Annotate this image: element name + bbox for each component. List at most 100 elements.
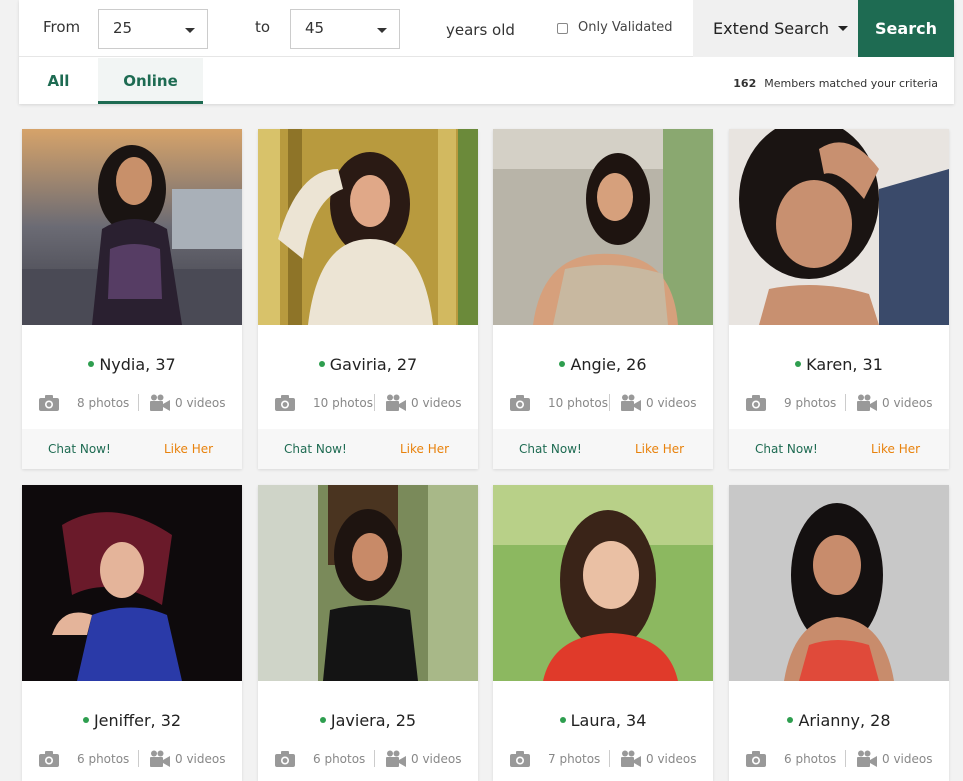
- online-status-icon: [82, 717, 89, 723]
- like-her-link[interactable]: Like Her: [164, 442, 213, 456]
- online-status-icon: [559, 717, 566, 723]
- member-card[interactable]: Gaviria, 27 10 photos 0 videos Chat Now!…: [258, 129, 478, 469]
- member-photo[interactable]: [493, 485, 713, 681]
- member-name-text: Gaviria, 27: [329, 355, 418, 374]
- member-photo[interactable]: [729, 485, 949, 681]
- video-count: 0 videos: [411, 752, 462, 766]
- online-status-icon: [88, 361, 95, 367]
- photo-count: 10 photos: [313, 396, 373, 410]
- member-name[interactable]: Gaviria, 27: [258, 355, 478, 374]
- photo-count: 6 photos: [77, 752, 130, 766]
- only-validated-checkbox[interactable]: [557, 23, 568, 34]
- tab-online[interactable]: Online: [98, 58, 203, 104]
- member-card[interactable]: Javiera, 25 6 photos 0 videos: [258, 485, 478, 781]
- member-name[interactable]: Karen, 31: [729, 355, 949, 374]
- member-name[interactable]: Arianny, 28: [729, 711, 949, 730]
- divider: [609, 750, 610, 767]
- member-name-text: Javiera, 25: [330, 711, 417, 730]
- member-name[interactable]: Javiera, 25: [258, 711, 478, 730]
- photo-count: 6 photos: [784, 752, 837, 766]
- age-to-value: 45: [305, 19, 325, 37]
- chevron-down-icon: [185, 28, 195, 33]
- match-count: 162 Members matched your criteria: [733, 77, 938, 90]
- member-photo[interactable]: [258, 129, 478, 325]
- member-card[interactable]: Nydia, 37 8 photos 0 videos Chat Now! Li…: [22, 129, 242, 469]
- like-her-link[interactable]: Like Her: [400, 442, 449, 456]
- chevron-down-icon: [838, 26, 848, 31]
- photo-count: 10 photos: [548, 396, 608, 410]
- divider: [138, 394, 139, 411]
- member-card[interactable]: Angie, 26 10 photos 0 videos Chat Now! L…: [493, 129, 713, 469]
- card-actions: Chat Now! Like Her: [493, 429, 713, 469]
- member-card[interactable]: Jeniffer, 32 6 photos 0 videos: [22, 485, 242, 781]
- chat-now-link[interactable]: Chat Now!: [519, 442, 582, 456]
- video-count: 0 videos: [882, 396, 933, 410]
- member-photo[interactable]: [22, 485, 242, 681]
- media-stats: 8 photos 0 videos: [22, 394, 242, 414]
- member-name-text: Karen, 31: [806, 355, 883, 374]
- camera-icon: [39, 395, 59, 411]
- only-validated-label[interactable]: Only Validated: [578, 20, 673, 35]
- years-old-label: years old: [446, 21, 515, 39]
- video-count: 0 videos: [175, 752, 226, 766]
- video-count: 0 videos: [646, 752, 697, 766]
- age-from-select[interactable]: 25: [98, 9, 208, 49]
- search-filter-panel: From 25 to 45 years old Only Validated E…: [19, 0, 954, 104]
- photo-count: 8 photos: [77, 396, 130, 410]
- like-her-link[interactable]: Like Her: [635, 442, 684, 456]
- camera-icon: [275, 395, 295, 411]
- divider: [374, 750, 375, 767]
- member-name[interactable]: Jeniffer, 32: [22, 711, 242, 730]
- divider: [609, 394, 610, 411]
- media-stats: 10 photos 0 videos: [258, 394, 478, 414]
- video-count: 0 videos: [882, 752, 933, 766]
- chat-now-link[interactable]: Chat Now!: [48, 442, 111, 456]
- tab-all[interactable]: All: [19, 58, 98, 104]
- camera-icon: [39, 751, 59, 767]
- divider: [374, 394, 375, 411]
- member-card[interactable]: Laura, 34 7 photos 0 videos: [493, 485, 713, 781]
- card-actions: Chat Now! Like Her: [258, 429, 478, 469]
- video-camera-icon: [386, 750, 406, 767]
- member-name[interactable]: Nydia, 37: [22, 355, 242, 374]
- video-camera-icon: [150, 750, 170, 767]
- photo-count: 7 photos: [548, 752, 601, 766]
- chat-now-link[interactable]: Chat Now!: [284, 442, 347, 456]
- online-status-icon: [319, 717, 326, 723]
- extend-search-dropdown[interactable]: Extend Search: [693, 0, 858, 57]
- member-photo[interactable]: [258, 485, 478, 681]
- photo-count: 9 photos: [784, 396, 837, 410]
- video-count: 0 videos: [175, 396, 226, 410]
- camera-icon: [510, 395, 530, 411]
- filter-row: From 25 to 45 years old Only Validated E…: [19, 0, 954, 57]
- chat-now-link[interactable]: Chat Now!: [755, 442, 818, 456]
- member-name-text: Arianny, 28: [798, 711, 891, 730]
- media-stats: 6 photos 0 videos: [258, 750, 478, 770]
- member-name[interactable]: Angie, 26: [493, 355, 713, 374]
- media-stats: 7 photos 0 videos: [493, 750, 713, 770]
- extend-search-label: Extend Search: [713, 19, 830, 38]
- video-count: 0 videos: [646, 396, 697, 410]
- member-photo[interactable]: [22, 129, 242, 325]
- card-actions: Chat Now! Like Her: [729, 429, 949, 469]
- member-photo[interactable]: [729, 129, 949, 325]
- member-name[interactable]: Laura, 34: [493, 711, 713, 730]
- like-her-link[interactable]: Like Her: [871, 442, 920, 456]
- member-name-text: Laura, 34: [570, 711, 647, 730]
- search-button[interactable]: Search: [858, 0, 954, 57]
- media-stats: 6 photos 0 videos: [22, 750, 242, 770]
- member-name-text: Angie, 26: [570, 355, 647, 374]
- online-status-icon: [795, 361, 802, 367]
- member-photo[interactable]: [493, 129, 713, 325]
- video-camera-icon: [621, 750, 641, 767]
- from-label: From: [43, 18, 81, 36]
- member-name-text: Jeniffer, 32: [93, 711, 182, 730]
- member-card[interactable]: Arianny, 28 6 photos 0 videos: [729, 485, 949, 781]
- video-camera-icon: [386, 394, 406, 411]
- age-to-select[interactable]: 45: [290, 9, 400, 49]
- chevron-down-icon: [377, 28, 387, 33]
- media-stats: 6 photos 0 videos: [729, 750, 949, 770]
- match-count-text: Members matched your criteria: [764, 77, 938, 90]
- member-card[interactable]: Karen, 31 9 photos 0 videos Chat Now! Li…: [729, 129, 949, 469]
- camera-icon: [275, 751, 295, 767]
